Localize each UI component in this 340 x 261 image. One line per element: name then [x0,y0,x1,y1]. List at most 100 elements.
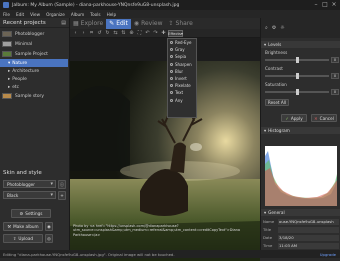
tab-review[interactable]: ◉ Review [131,19,166,29]
folder-icon[interactable]: ▤ [61,20,66,26]
settings-button[interactable]: ⚙ Settings [11,209,51,218]
brightness-value[interactable]: 0 [331,57,339,63]
menu-edit[interactable]: Edit [16,12,24,17]
chevron-down-icon: ▾ [181,31,183,36]
brightness-knob[interactable] [296,57,299,63]
rotate-right-icon[interactable]: ↻ [104,30,111,37]
flip-vertical-icon[interactable]: ⇅ [120,30,127,37]
style-row: Black + [0,191,70,200]
info-icon[interactable]: ⓘ [58,180,66,189]
contrast-knob[interactable] [296,73,299,79]
redo-icon[interactable]: ↷ [152,30,159,37]
brightness-slider[interactable] [265,57,329,63]
tree-item-etc[interactable]: ▸ etc [0,83,68,91]
menu-item-sharpen[interactable]: Sharpen [168,61,196,68]
skin-select[interactable]: Photoblogger [3,180,56,188]
apply-button[interactable]: ✓ Apply [281,114,307,122]
upgrade-link[interactable]: Upgrade [320,252,336,257]
reset-all-button[interactable]: Reset All [265,99,289,106]
menu-item-sepia[interactable]: Sepia [168,53,196,60]
general-row-name: Name ouse-YNQnsfe9uG8-unsplash [263,218,339,225]
minimize-icon[interactable]: – [312,1,320,9]
menu-file[interactable]: File [3,12,10,17]
bell-icon[interactable]: ☼ [280,25,284,31]
tree-item-sample-story[interactable]: Sample story [0,92,68,100]
brightness-label: Brightness [265,50,288,55]
project-thumbnail [2,31,12,37]
saturation-value[interactable]: 0 [331,89,339,95]
tree-item-minimal[interactable]: Minimal [0,40,68,48]
tree-item-sample-project[interactable]: Sample Project [0,50,68,58]
tab-edit[interactable]: ✎ Edit [106,18,131,29]
add-icon[interactable]: + [58,191,66,200]
saturation-slider[interactable] [265,89,329,95]
menu-tools[interactable]: Tools [90,12,100,17]
style-select[interactable]: Black [3,191,56,199]
contrast-slider[interactable] [265,73,329,79]
menu-album[interactable]: Album [71,12,84,17]
preview-icon[interactable]: ◉ [45,222,53,231]
status-text: Editing "diana-parkhouse-YNQnsfe9uG8-uns… [3,251,175,257]
histogram-header[interactable]: ▾ Histogram [261,127,340,134]
forward-icon[interactable]: › [80,30,87,37]
upload-button[interactable]: ⇧ Upload [3,234,43,243]
general-header[interactable]: ▾ General [261,209,340,216]
maximize-icon[interactable]: □ [321,1,329,9]
gear-icon[interactable]: ⚙ [272,25,276,31]
tab-explore[interactable]: ▦ Explore [70,19,106,29]
share-icon: ⇪ [168,20,174,27]
menu-item-blur[interactable]: Blur [168,68,196,75]
image-canvas[interactable]: Photo by <a href="https://unsplash.com/@… [70,38,260,261]
x-icon: ✕ [314,115,318,121]
chevron-right-icon: ▸ [8,76,11,82]
rotate-left-icon[interactable]: ↺ [96,30,103,37]
tree-item-photoblogger[interactable]: Photoblogger [0,30,68,38]
zoom-icon[interactable]: ⊕ [128,30,135,37]
sharpen-icon [170,62,173,66]
general-row-date: Date 3/18/20 [263,234,339,241]
cancel-button[interactable]: ✕ Cancel [311,114,337,122]
menu-help[interactable]: Help [107,12,117,17]
levels-header[interactable]: ▾ Levels [261,41,340,48]
menu-item-invert[interactable]: Invert [168,75,196,82]
crop-icon[interactable]: ⌗ [88,30,95,37]
contrast-value[interactable]: 0 [331,73,339,79]
histogram-chart [265,146,337,206]
menu-organize[interactable]: Organize [46,12,65,17]
search-icon[interactable]: ⌕ [265,25,268,31]
blur-icon [170,69,173,73]
effects-menu: Red-Eye Gray Sepia Sharpen Blur Invert P… [167,38,197,118]
edit-toolbar: ‹ › ⌗ ↺ ↻ ⇆ ⇅ ⊕ ⛶ ↶ ↷ ✚ Effects ▾ [70,29,260,38]
pick-icon[interactable]: ✚ [160,30,167,37]
flip-horizontal-icon[interactable]: ⇆ [112,30,119,37]
upload-row: ⇧ Upload ◎ [0,234,70,243]
menu-item-red-eye[interactable]: Red-Eye [168,39,196,46]
make-album-button[interactable]: ⚒ Make album [3,222,43,231]
tree-item-people[interactable]: ▸ People [0,75,68,83]
chevron-right-icon: ▸ [8,84,11,90]
undo-icon[interactable]: ↶ [144,30,151,37]
close-icon[interactable]: × [330,1,338,9]
sepia-icon [170,55,173,59]
general-row-title: Title [263,226,339,233]
fit-icon[interactable]: ⛶ [136,30,143,37]
chevron-down-icon: ▾ [264,128,267,133]
general-row-time: Time 11:03 AM [263,242,339,249]
web-icon[interactable]: ◎ [45,234,53,243]
tree-item-architecture[interactable]: ▸ Architecture [0,67,68,75]
tree-item-nature[interactable]: ▾ Nature [0,59,68,67]
gray-icon [170,48,173,52]
menu-item-text[interactable]: Text [168,89,196,96]
status-bar: Editing "diana-parkhouse-YNQnsfe9uG8-uns… [0,250,340,258]
folder-icon: ▦ [73,20,79,27]
tab-share[interactable]: ⇪ Share [166,19,196,29]
menu-item-gray[interactable]: Gray [168,46,196,53]
effects-button[interactable]: Effects ▾ [168,30,183,37]
menu-item-any[interactable]: Any [168,97,196,104]
menu-item-pixelate[interactable]: Pixelate [168,82,196,89]
photo-caption[interactable]: Photo by <a href="https://unsplash.com/@… [73,224,258,237]
right-panel-toolbar: ⌕ ⚙ ☼ [261,18,340,38]
back-icon[interactable]: ‹ [72,30,79,37]
menu-view[interactable]: View [30,12,40,17]
saturation-knob[interactable] [296,89,299,95]
